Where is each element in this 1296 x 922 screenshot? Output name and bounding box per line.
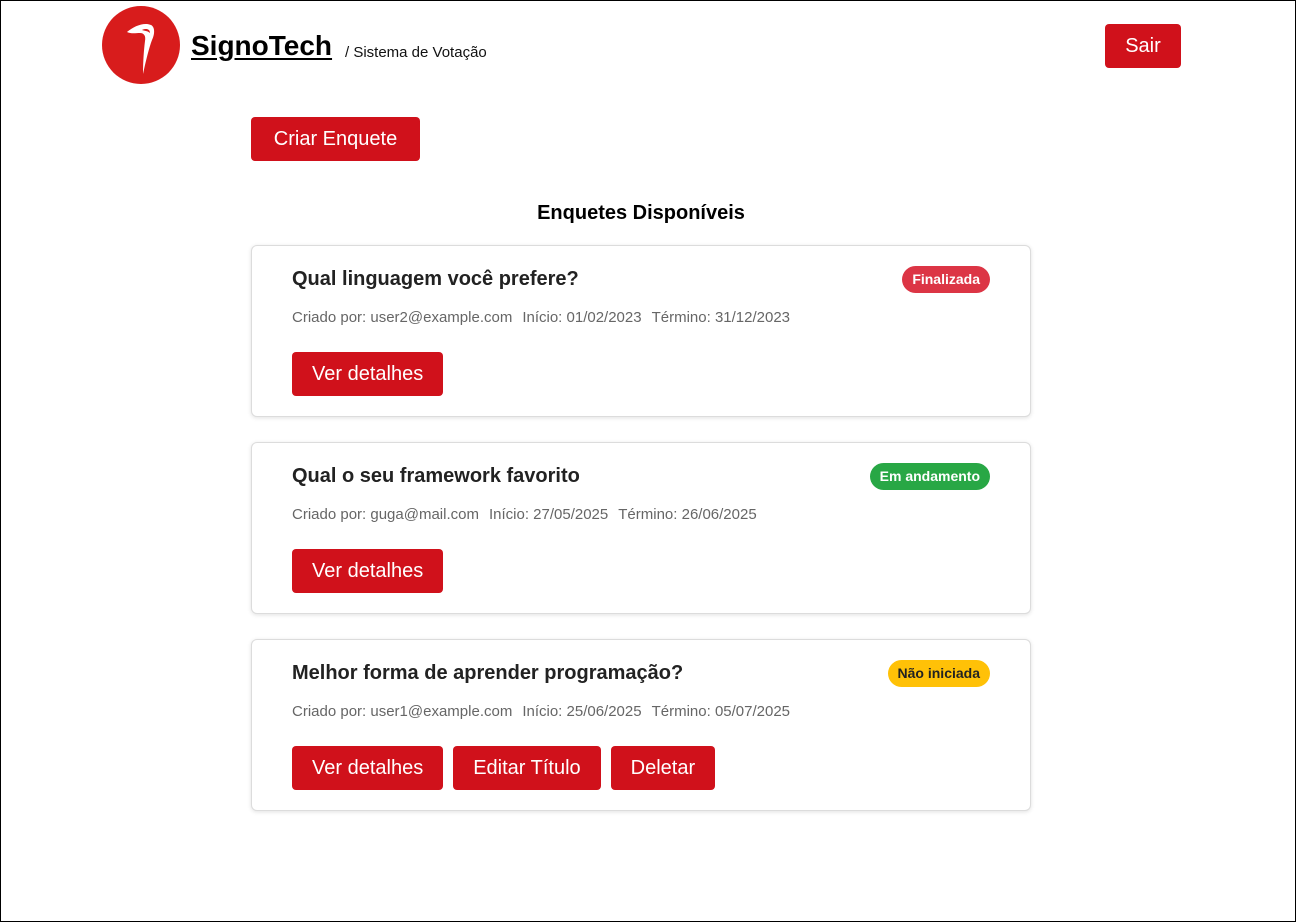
app-subtitle: / Sistema de Votação (345, 44, 487, 61)
poll-title: Melhor forma de aprender programação? (292, 662, 684, 684)
poll-actions: Ver detalhes Editar Título Deletar (292, 746, 725, 790)
poll-start-date: Início: 27/05/2025 (488, 506, 609, 523)
poll-start-date: Início: 25/06/2025 (522, 703, 642, 720)
poll-end-date: Término: 26/06/2025 (618, 506, 757, 523)
create-poll-button[interactable]: Criar Enquete (251, 117, 420, 161)
poll-start-date: Início: 01/02/2023 (522, 309, 642, 326)
status-badge: Em andamento (869, 463, 990, 490)
brand-link[interactable]: SignoTech (191, 30, 332, 62)
poll-end-date: Término: 05/07/2025 (651, 703, 791, 720)
poll-actions: Ver detalhes (292, 352, 453, 396)
delete-button[interactable]: Deletar (610, 746, 716, 790)
poll-creator: Criado por: user1@example.com (292, 703, 513, 720)
poll-creator: Criado por: guga@mail.com (292, 506, 479, 523)
poll-meta: Criado por: user2@example.com Início: 01/… (292, 309, 800, 326)
status-badge: Finalizada (902, 266, 990, 293)
poll-meta: Criado por: guga@mail.com Início: 27/05/2… (292, 506, 767, 523)
poll-end-date: Término: 31/12/2023 (651, 309, 791, 326)
logout-button[interactable]: Sair (1105, 24, 1181, 68)
poll-card: Melhor forma de aprender programação? Não… (251, 639, 1031, 811)
status-badge: Não iniciada (887, 660, 990, 687)
view-details-button[interactable]: Ver detalhes (292, 746, 444, 790)
section-title: Enquetes Disponíveis (537, 202, 745, 224)
poll-actions: Ver detalhes (292, 549, 453, 593)
header: SignoTech / Sistema de Votação Sair (0, 0, 1296, 100)
view-details-button[interactable]: Ver detalhes (292, 352, 444, 396)
poll-card: Qual linguagem você prefere? Finalizada Cr… (251, 245, 1031, 417)
poll-meta: Criado por: user1@example.com Início: 25/… (292, 703, 800, 720)
signotech-logo-icon (102, 6, 180, 84)
poll-creator: Criado por: user2@example.com (292, 309, 513, 326)
edit-title-button[interactable]: Editar Título (453, 746, 601, 790)
poll-card: Qual o seu framework favorito Em andament… (251, 442, 1031, 614)
poll-title: Qual linguagem você prefere? (292, 268, 579, 290)
poll-title: Qual o seu framework favorito (292, 465, 580, 487)
view-details-button[interactable]: Ver detalhes (292, 549, 444, 593)
